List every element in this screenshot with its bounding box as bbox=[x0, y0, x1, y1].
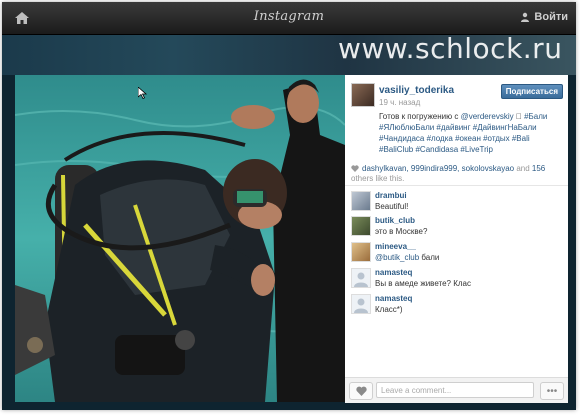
comment-text-rest: бали bbox=[419, 253, 440, 262]
login-button[interactable]: Войти bbox=[520, 11, 568, 23]
comment-text: Класс*) bbox=[375, 305, 403, 314]
post-time: 19 ч. назад bbox=[379, 98, 421, 107]
comment-avatar[interactable] bbox=[351, 268, 371, 288]
login-label: Войти bbox=[534, 11, 568, 23]
top-bar: Instagram Войти bbox=[2, 2, 576, 35]
post-sidebar: vasiliy_toderika 19 ч. назад Подписаться… bbox=[345, 75, 568, 402]
comment-item: drambui Beautiful! bbox=[351, 191, 561, 213]
comment-avatar[interactable] bbox=[351, 242, 371, 262]
comment-text: это в Москве? bbox=[375, 227, 428, 236]
likes-line: dashylkavan, 999indira999, sokolovskayao… bbox=[351, 164, 565, 184]
likes-and: and bbox=[514, 164, 532, 173]
post-photo[interactable] bbox=[15, 75, 345, 402]
instagram-logo[interactable]: Instagram bbox=[2, 9, 576, 24]
author-avatar[interactable] bbox=[351, 83, 375, 107]
caption-mention[interactable]: @verderevskiy bbox=[461, 112, 514, 121]
comment-username[interactable]: mineeva__ bbox=[375, 242, 416, 251]
comment-item: butik_club это в Москве? bbox=[351, 216, 561, 238]
instagram-window: Instagram Войти www.schlock.ru vasiliy_t… bbox=[2, 2, 576, 410]
comment-username[interactable]: butik_club bbox=[375, 216, 415, 225]
likes-count[interactable]: 156 bbox=[532, 164, 545, 173]
comment-text: Вы в амеде живете? Клас bbox=[375, 279, 471, 288]
follow-button[interactable]: Подписаться bbox=[500, 84, 563, 99]
comment-avatar[interactable] bbox=[351, 294, 371, 314]
comment-avatar[interactable] bbox=[351, 191, 371, 211]
likes-suffix: others like this. bbox=[351, 174, 405, 183]
comment-input[interactable] bbox=[376, 382, 534, 398]
mouse-cursor-icon bbox=[138, 87, 148, 99]
post-header: vasiliy_toderika 19 ч. назад Подписаться… bbox=[351, 83, 563, 163]
comment-username[interactable]: drambui bbox=[375, 191, 407, 200]
like-button[interactable] bbox=[349, 382, 373, 400]
default-avatar-icon bbox=[354, 272, 368, 287]
comment-username[interactable]: namasteq bbox=[375, 294, 412, 303]
comment-item: namasteq Вы в амеде живете? Клас bbox=[351, 268, 561, 290]
more-options-button[interactable]: ••• bbox=[540, 382, 564, 400]
comment-item: mineeva__ @butik_club бали bbox=[351, 242, 561, 264]
comment-text: @butik_club бали bbox=[375, 253, 439, 262]
heart-icon bbox=[351, 165, 359, 173]
diver-image bbox=[15, 75, 345, 402]
heart-icon bbox=[355, 386, 367, 396]
comment-username[interactable]: namasteq bbox=[375, 268, 412, 277]
caption-text: Готов к погружению с bbox=[379, 112, 461, 121]
comment-mention[interactable]: @butik_club bbox=[375, 253, 419, 262]
comment-avatar[interactable] bbox=[351, 216, 371, 236]
post-caption: Готов к погружению с @verderevskiy 🏻 #Ба… bbox=[379, 111, 565, 155]
comment-item: namasteq Класс*) bbox=[351, 294, 561, 316]
likes-users[interactable]: dashylkavan, 999indira999, sokolovskayao bbox=[362, 164, 514, 173]
watermark: www.schlock.ru bbox=[338, 32, 563, 65]
author-username[interactable]: vasiliy_toderika bbox=[379, 85, 454, 96]
comment-text: Beautiful! bbox=[375, 202, 409, 211]
user-icon bbox=[521, 12, 530, 22]
divider bbox=[345, 185, 568, 186]
default-avatar-icon bbox=[354, 298, 368, 313]
comment-bar: ••• bbox=[345, 377, 568, 403]
